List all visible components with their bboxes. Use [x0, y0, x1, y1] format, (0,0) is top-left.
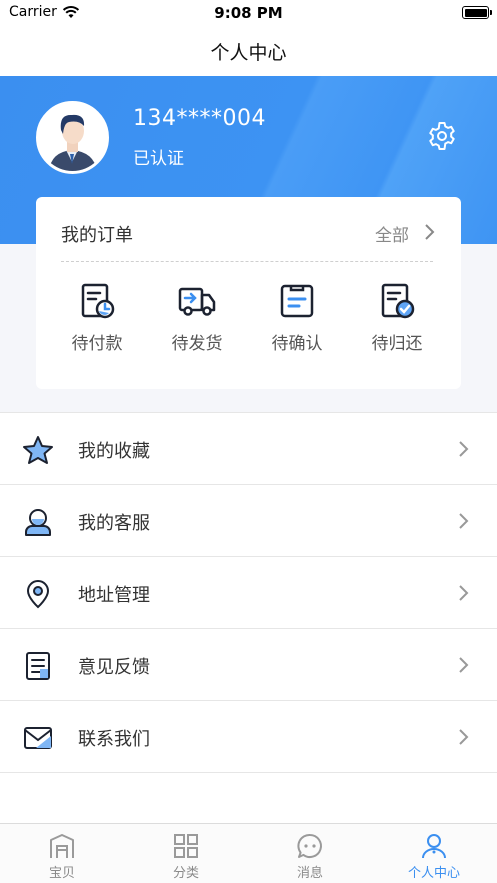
battery-icon — [462, 6, 492, 19]
clipboard-icon — [280, 284, 314, 318]
tab-label: 消息 — [296, 866, 323, 881]
tab-label: 宝贝 — [48, 866, 75, 881]
tab-profile[interactable]: 个人中心 — [372, 824, 496, 883]
chevron-right-icon — [459, 585, 469, 601]
menu-item-contact[interactable]: 联系我们 — [0, 700, 497, 772]
return-doc-icon — [381, 283, 415, 319]
tab-messages[interactable]: 消息 — [248, 824, 372, 883]
status-bar: Carrier 9:08 PM — [0, 0, 497, 26]
order-item-label: 待发货 — [171, 334, 223, 354]
order-status-list: 待付款 待发货 待确认 待归还 — [36, 281, 461, 361]
menu-item-label: 地址管理 — [78, 585, 150, 606]
home-icon — [50, 834, 74, 858]
page-title: 个人中心 — [210, 42, 287, 64]
menu-item-address[interactable]: 地址管理 — [0, 556, 497, 628]
divider — [61, 261, 433, 262]
order-item-label: 待确认 — [271, 334, 323, 354]
order-card: 我的订单 全部 待付款 待发货 待确认 待归还 — [36, 197, 461, 389]
pending-payment-icon — [81, 283, 115, 319]
tab-home[interactable]: 宝贝 — [0, 824, 124, 883]
grid-icon — [174, 834, 198, 858]
verification-status: 已认证 — [133, 149, 184, 169]
chat-icon — [297, 834, 322, 858]
order-pending-payment[interactable]: 待付款 — [47, 281, 147, 354]
order-pending-return[interactable]: 待归还 — [347, 281, 447, 354]
tab-bar: 宝贝 分类 消息 个人中心 — [0, 823, 497, 883]
menu-item-label: 我的客服 — [78, 513, 150, 534]
mail-icon — [24, 727, 52, 749]
order-item-label: 待付款 — [71, 334, 123, 354]
nav-bar: 个人中心 — [0, 26, 497, 76]
star-icon — [23, 436, 53, 464]
avatar[interactable] — [36, 101, 109, 174]
customer-service-icon — [25, 509, 51, 536]
order-item-label: 待归还 — [371, 334, 423, 354]
all-orders-label: 全部 — [375, 226, 409, 246]
orders-title: 我的订单 — [61, 225, 133, 246]
order-pending-confirm[interactable]: 待确认 — [247, 281, 347, 354]
menu-item-customer-service[interactable]: 我的客服 — [0, 484, 497, 556]
user-icon — [422, 834, 446, 859]
menu-item-label: 意见反馈 — [78, 657, 150, 678]
menu-item-label: 联系我们 — [78, 729, 150, 750]
menu-item-feedback[interactable]: 意见反馈 — [0, 628, 497, 700]
menu-item-label: 我的收藏 — [78, 441, 150, 462]
feedback-icon — [26, 652, 50, 680]
truck-icon — [178, 287, 216, 316]
avatar-image-icon — [39, 104, 106, 171]
all-orders-link[interactable]: 全部 — [357, 215, 437, 247]
menu-item-favorites[interactable]: 我的收藏 — [0, 412, 497, 484]
chevron-right-icon — [459, 657, 469, 673]
location-pin-icon — [26, 579, 50, 609]
tab-label: 分类 — [172, 866, 199, 881]
clock: 9:08 PM — [214, 4, 283, 22]
tab-category[interactable]: 分类 — [124, 824, 248, 883]
chevron-right-icon — [425, 224, 435, 240]
divider — [0, 772, 497, 773]
chevron-right-icon — [459, 513, 469, 529]
chevron-right-icon — [459, 729, 469, 745]
chevron-right-icon — [459, 441, 469, 457]
tab-label: 个人中心 — [407, 866, 460, 881]
user-phone: 134****004 — [133, 106, 266, 131]
order-pending-shipment[interactable]: 待发货 — [147, 281, 247, 354]
settings-gear-icon[interactable] — [426, 120, 458, 152]
